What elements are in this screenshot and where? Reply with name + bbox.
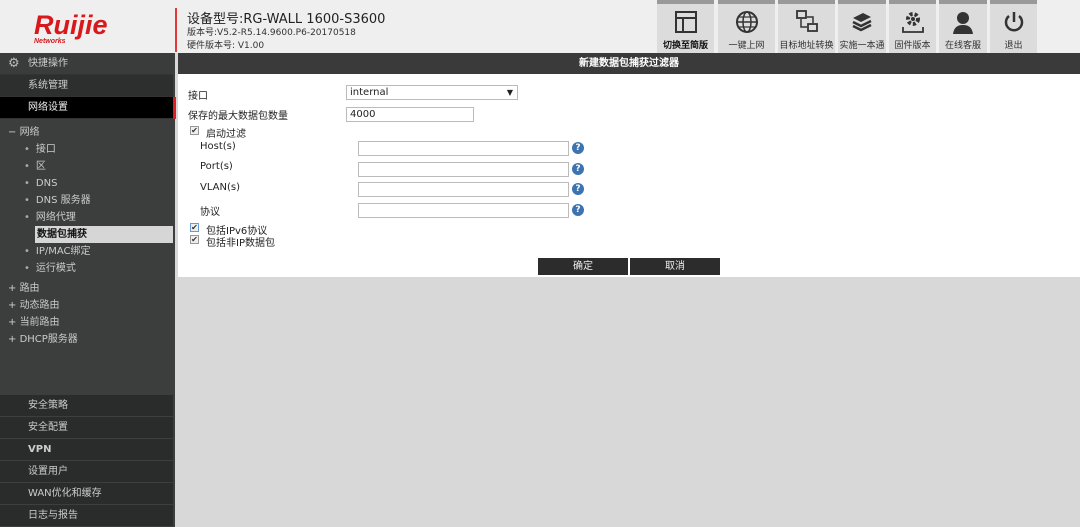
page-title: 新建数据包捕获过滤器 (178, 53, 1080, 74)
tree-group[interactable]: + DHCP服务器 (0, 331, 173, 348)
sidebar-security-policy[interactable]: 安全策略 (0, 395, 173, 417)
collapse-icon: − (8, 127, 20, 138)
protocol-input[interactable] (358, 203, 569, 218)
protocol-label: 协议 (200, 207, 220, 218)
firmware-button[interactable]: 固件版本 (889, 0, 936, 53)
svg-text:Networks: Networks (34, 38, 66, 45)
dropdown-arrow-icon: ▼ (506, 88, 513, 97)
tree-network[interactable]: − 网络 (0, 124, 173, 141)
expand-icon: + (8, 283, 20, 294)
hardware-version: 硬件版本号: V1.00 (187, 41, 265, 51)
max-packets-input[interactable]: 4000 (346, 107, 474, 122)
gear-icon: ⚙ (8, 56, 20, 71)
hosts-label: Host(s) (200, 141, 236, 152)
non-ip-checkbox[interactable]: ✔ (190, 235, 199, 244)
cancel-button[interactable]: 取消 (630, 258, 720, 275)
one-click-internet-button[interactable]: 一键上网 (718, 0, 775, 53)
tree-item[interactable]: • DNS 服务器 (0, 192, 173, 209)
power-icon (1004, 12, 1023, 32)
header-divider (175, 8, 177, 52)
sidebar: ⚙ 快捷操作 系统管理 网络设置 − 网络 安全策略 安全配置 VPN 设置用户 … (0, 53, 175, 527)
guide-button[interactable]: 实施一本通 (838, 0, 886, 53)
sidebar-quick-actions[interactable]: ⚙ 快捷操作 (0, 53, 173, 75)
ipv6-checkbox[interactable]: ✔ (190, 223, 199, 232)
help-icon[interactable]: ? (572, 204, 584, 216)
hosts-input[interactable] (358, 141, 569, 156)
ports-label: Port(s) (200, 161, 233, 172)
ruijie-logo: Ruijie Networks (34, 10, 108, 45)
layout-icon (674, 11, 697, 33)
header: Ruijie Networks 设备型号:RG-WALL 1600-S3600 … (0, 0, 1080, 53)
online-support-button[interactable]: 在线客服 (939, 0, 987, 53)
expand-icon: + (8, 300, 20, 311)
bullet-icon: • (24, 263, 30, 274)
capture-filter-form: 接口 internal ▼ 保存的最大数据包数量 4000 ✔ 启动过滤 Host… (178, 74, 1080, 277)
help-icon[interactable]: ? (572, 142, 584, 154)
tree-item[interactable]: • 接口 (0, 141, 173, 158)
max-packets-label: 保存的最大数据包数量 (188, 111, 288, 122)
globe-icon (735, 11, 758, 33)
enable-filter-label: 启动过滤 (206, 129, 246, 140)
sidebar-security-config[interactable]: 安全配置 (0, 417, 173, 439)
bullet-icon: • (24, 178, 30, 189)
ports-input[interactable] (358, 162, 569, 177)
sidebar-users[interactable]: 设置用户 (0, 461, 173, 483)
tree-group[interactable]: + 路由 (0, 280, 173, 297)
bullet-icon: • (24, 144, 30, 155)
vlans-input[interactable] (358, 182, 569, 197)
tree-item[interactable]: •数据包捕获 (35, 226, 173, 243)
gear-upload-icon (901, 12, 924, 33)
network-nat-icon (795, 10, 818, 32)
active-indicator (173, 97, 176, 119)
bullet-icon: • (24, 195, 30, 206)
bullet-icon: • (24, 161, 30, 172)
tree-item[interactable]: • 网络代理 (0, 209, 173, 226)
vlans-label: VLAN(s) (200, 182, 240, 193)
books-icon (852, 13, 872, 32)
sidebar-network-settings[interactable]: 网络设置 (0, 97, 173, 119)
tree-item[interactable]: • 区 (0, 158, 173, 175)
tree-item[interactable]: • IP/MAC绑定 (0, 243, 173, 260)
bullet-icon: • (24, 212, 30, 223)
sidebar-system-management[interactable]: 系统管理 (0, 75, 173, 97)
ok-button[interactable]: 确定 (538, 258, 628, 275)
tree-item[interactable]: • 运行模式 (0, 260, 173, 277)
help-icon[interactable]: ? (572, 183, 584, 195)
software-version: 版本号:V5.2-R5.14.9600.P6-20170518 (187, 28, 356, 38)
tree-group[interactable]: + 动态路由 (0, 297, 173, 314)
tree-item[interactable]: • DNS (0, 175, 173, 192)
bullet-icon: • (24, 246, 30, 257)
help-icon[interactable]: ? (572, 163, 584, 175)
logout-button[interactable]: 退出 (990, 0, 1037, 53)
switch-simple-button[interactable]: 切换至简版 (657, 0, 714, 53)
tree-group[interactable]: + 当前路由 (0, 314, 173, 331)
interface-label: 接口 (188, 91, 208, 102)
non-ip-label: 包括非IP数据包 (206, 238, 275, 249)
enable-filter-checkbox[interactable]: ✔ (190, 126, 199, 135)
interface-select[interactable]: internal ▼ (346, 85, 518, 100)
dnat-button[interactable]: 目标地址转换 (778, 0, 835, 53)
sidebar-wan-optimization[interactable]: WAN优化和缓存 (0, 483, 173, 505)
sidebar-logs-reports[interactable]: 日志与报告 (0, 505, 173, 527)
headset-user-icon (953, 12, 973, 34)
svg-text:Ruijie: Ruijie (34, 10, 108, 40)
expand-icon: + (8, 317, 20, 328)
expand-icon: + (8, 334, 20, 345)
sidebar-vpn[interactable]: VPN (0, 439, 173, 461)
